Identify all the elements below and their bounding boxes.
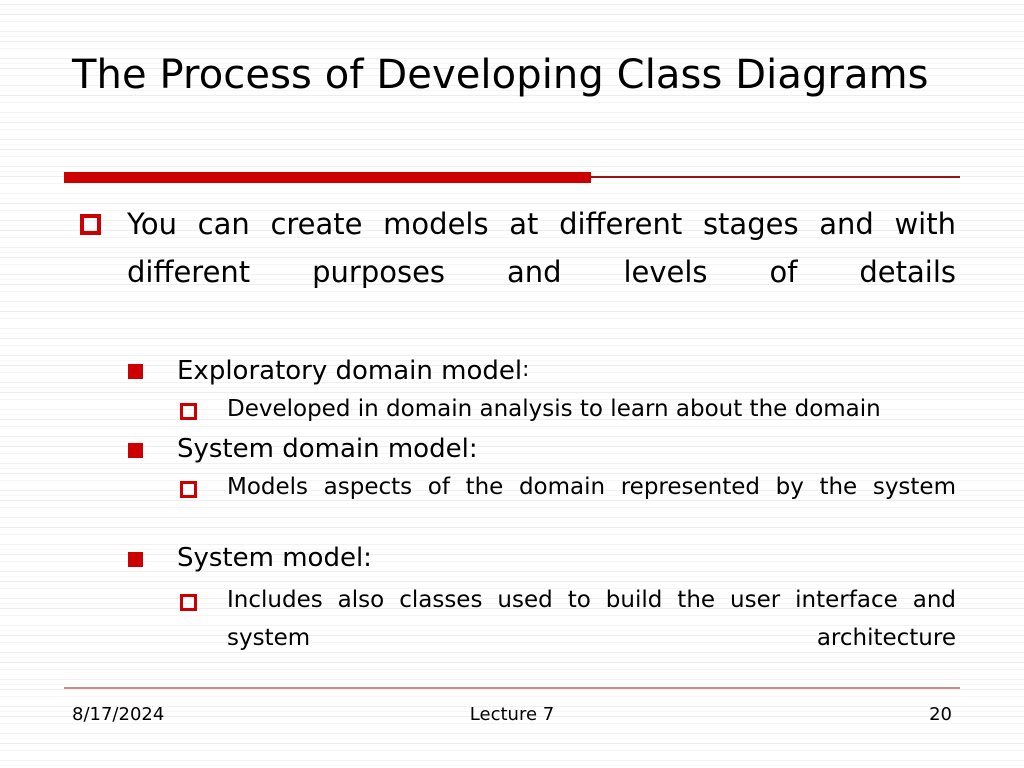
- bullet-level1: You can create models at different stage…: [72, 200, 956, 344]
- footer-page-number: 20: [929, 704, 952, 725]
- bullet-level2-system-domain: System domain model:: [72, 427, 956, 471]
- bullet-level2-heading: System model:: [177, 542, 372, 573]
- footer-divider: [64, 687, 960, 689]
- hollow-square-bullet-icon: [180, 480, 197, 498]
- bullet-level3-system-model: Includes also classes used to build the …: [72, 581, 956, 695]
- filled-square-bullet-icon: [128, 364, 143, 379]
- bullet-level3-exploratory: Developed in domain analysis to learn ab…: [72, 394, 956, 425]
- bullet-level3-system-domain: Models aspects of the domain represented…: [72, 472, 956, 534]
- slide-body: You can create models at different stage…: [72, 200, 956, 695]
- footer-lecture-label: Lecture 7: [469, 704, 555, 725]
- bullet-level3-text: Developed in domain analysis to learn ab…: [227, 395, 881, 422]
- slide-canvas: The Process of Developing Class Diagrams…: [0, 0, 1024, 768]
- filled-square-bullet-icon: [128, 551, 143, 567]
- slide-title: The Process of Developing Class Diagrams: [72, 52, 929, 98]
- bullet-level2-system-model: System model:: [72, 536, 956, 580]
- slide-footer: 8/17/2024 Lecture 7 20: [72, 702, 952, 728]
- hollow-square-bullet-icon: [180, 402, 197, 420]
- bullet-level2-heading-colon: :: [522, 357, 530, 382]
- title-divider-thick-bar: [64, 172, 591, 183]
- bullet-level3-text: Includes also classes used to build the …: [227, 586, 956, 651]
- bullet-level3-text: Models aspects of the domain represented…: [227, 473, 956, 500]
- bullet-level1-text: You can create models at different stage…: [127, 207, 956, 289]
- bullet-level2-heading: Exploratory domain model: [177, 355, 523, 386]
- title-divider: [64, 172, 960, 184]
- hollow-square-bullet-icon: [80, 214, 101, 235]
- bullet-level2-exploratory: Exploratory domain model:: [72, 348, 956, 393]
- bullet-level2-heading: System domain model:: [177, 433, 478, 464]
- hollow-square-bullet-icon: [180, 593, 197, 611]
- filled-square-bullet-icon: [128, 442, 143, 458]
